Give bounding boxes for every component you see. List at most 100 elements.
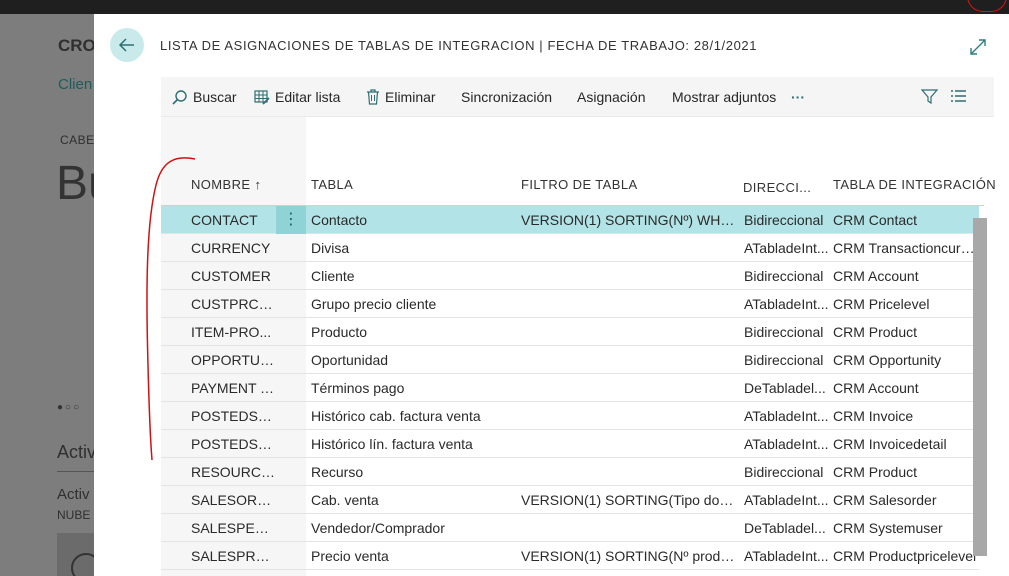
show-attachments-label: Mostrar adjuntos	[672, 89, 777, 105]
cell-name[interactable]: SALESPEOP...	[191, 514, 277, 541]
search-icon	[172, 89, 187, 105]
cell-table: Vendedor/Comprador	[311, 520, 445, 536]
cell-integration-table: CRM Account	[833, 380, 919, 396]
cell-table: Histórico cab. factura venta	[311, 408, 481, 424]
cell-direction: ATabladeInt...	[744, 436, 829, 452]
delete-label: Eliminar	[385, 89, 436, 105]
edit-list-button[interactable]: Editar lista	[254, 77, 340, 117]
delete-button[interactable]: Eliminar	[366, 77, 436, 117]
cell-name[interactable]: POSTEDSA...	[191, 430, 277, 457]
integration-mapping-dialog: LISTA DE ASIGNACIONES DE TABLAS DE INTEG…	[94, 14, 1009, 576]
cell-direction: Bidireccional	[744, 212, 824, 228]
table-row[interactable]: SALESPRC-... Precio venta VERSION(1) SORTI…	[161, 542, 979, 570]
cell-table: Cliente	[311, 268, 355, 284]
bg-activities-heading: Activ	[57, 442, 94, 462]
table-row[interactable]: RESOURCE-... Recurso Bidireccional CRM Prod…	[161, 458, 979, 486]
cell-integration-table: CRM Invoicedetail	[833, 436, 947, 452]
search-button[interactable]: Buscar	[171, 77, 237, 117]
cell-integration-table: CRM Invoice	[833, 408, 914, 424]
table-row[interactable]: PAYMENT T... Términos pago DeTabladel... CR…	[161, 374, 979, 402]
cell-integration-table: CRM Salesorder	[833, 492, 937, 508]
cell-filter	[521, 262, 735, 289]
column-header-filter[interactable]: FILTRO DE TABLA	[521, 177, 638, 192]
table-row[interactable]: POSTEDSA... Histórico cab. factura venta A…	[161, 402, 979, 430]
table-row[interactable]: OPPORTUN... Oportunidad Bidireccional CRM O…	[161, 346, 979, 374]
bg-cloud-label: NUBE	[57, 508, 91, 522]
cell-table: Recurso	[311, 464, 364, 480]
cell-direction: Bidireccional	[744, 268, 824, 284]
action-bar: Buscar Editar lista Eliminar Sincronizac…	[161, 77, 994, 117]
cell-filter	[521, 458, 735, 485]
cell-direction: ATabladeInt...	[744, 240, 829, 256]
cell-filter	[521, 290, 735, 317]
vertical-scrollbar[interactable]	[973, 218, 987, 556]
cell-name[interactable]: OPPORTUN...	[191, 346, 277, 373]
table-row[interactable]: CURRENCY Divisa ATabladeInt... CRM Transact…	[161, 234, 979, 262]
cell-name[interactable]: CURRENCY	[191, 234, 277, 261]
column-header-integration-table[interactable]: TABLA DE INTEGRACIÓN	[833, 177, 996, 192]
bg-pager-dots: ●○○	[57, 402, 82, 413]
bg-section-label: CABE	[60, 133, 94, 147]
cell-filter	[521, 430, 735, 457]
cell-name[interactable]: CUSTPRCG...	[191, 290, 277, 317]
table-row[interactable]: POSTEDSA... Histórico lín. factura venta A…	[161, 430, 979, 458]
background-page: CRO Clien CABE Bu ●○○ Activ Activ NUBE	[0, 14, 94, 576]
table-row[interactable]: ITEM-PRO... Producto Bidireccional CRM Prod…	[161, 318, 979, 346]
bg-client-link: Clien	[58, 76, 93, 93]
cell-direction: Bidireccional	[744, 324, 824, 340]
cell-name[interactable]: CUSTOMER	[191, 262, 277, 289]
cell-filter: VERSION(1) SORTING(Tipo docu...	[521, 492, 735, 508]
cell-name[interactable]: CONTACT	[191, 206, 277, 233]
cell-filter	[521, 402, 735, 429]
cell-filter	[521, 318, 735, 345]
cell-name[interactable]: SALESPRC-...	[191, 542, 277, 569]
expand-button[interactable]	[969, 38, 987, 56]
column-header-table[interactable]: TABLA	[311, 177, 353, 192]
cell-direction: DeTabladel...	[744, 520, 826, 536]
table-row[interactable]: SALESORD... Cab. venta VERSION(1) SORTING(…	[161, 486, 979, 514]
cell-table: Cab. venta	[311, 492, 379, 508]
assign-label: Asignación	[577, 89, 646, 105]
assign-menu[interactable]: Asignación	[577, 77, 646, 117]
expand-icon	[970, 39, 986, 55]
filter-button[interactable]	[920, 88, 939, 110]
cell-integration-table: CRM Contact	[833, 212, 918, 228]
cell-filter: VERSION(1) SORTING(Nº produc...	[521, 548, 735, 564]
cell-name[interactable]: PAYMENT T...	[191, 374, 277, 401]
cell-name[interactable]: SALESORD...	[191, 486, 277, 513]
cell-table: Producto	[311, 324, 368, 340]
cell-filter	[521, 514, 735, 541]
show-attachments-button[interactable]: Mostrar adjuntos	[672, 77, 776, 117]
table-row[interactable]: CUSTOMER Cliente Bidireccional CRM Account	[161, 262, 979, 290]
more-options-button[interactable]: ···	[791, 77, 805, 117]
cell-name[interactable]: RESOURCE-...	[191, 458, 277, 485]
sync-menu[interactable]: Sincronización	[461, 77, 552, 117]
bg-page-title: CRO	[58, 36, 94, 55]
cell-name[interactable]: ITEM-PRO...	[191, 318, 277, 345]
cell-integration-table: CRM Product	[833, 464, 918, 480]
cell-name[interactable]: POSTEDSA...	[191, 402, 277, 429]
back-button[interactable]	[110, 28, 144, 62]
table-row[interactable]: SALESPEOP... Vendedor/Comprador DeTabladel…	[161, 514, 979, 542]
cell-integration-table: CRM Systemuser	[833, 520, 943, 536]
dialog-title: LISTA DE ASIGNACIONES DE TABLAS DE INTEG…	[160, 38, 758, 53]
sync-label: Sincronización	[461, 89, 553, 105]
info-icon	[71, 553, 94, 576]
table-body: CONTACT Contacto VERSION(1) SORTING(Nº) WH…	[161, 206, 979, 570]
list-view-button[interactable]	[950, 88, 967, 110]
cell-integration-table: CRM Pricelevel	[833, 296, 930, 312]
row-actions-button[interactable]: ⋮	[276, 206, 306, 234]
cell-table: Oportunidad	[311, 352, 389, 368]
arrow-left-icon	[118, 38, 134, 52]
filter-icon	[920, 89, 939, 105]
table-row[interactable]: CUSTPRCG... Grupo precio cliente ATabladeI…	[161, 290, 979, 318]
column-header-name[interactable]: NOMBRE ↑	[191, 177, 261, 192]
cell-integration-table: CRM Opportunity	[833, 352, 942, 368]
column-header-direction[interactable]: DIRECCI...	[743, 180, 811, 195]
cell-filter	[521, 234, 735, 261]
edit-list-icon	[254, 90, 270, 105]
cell-integration-table: CRM Productpricelevel	[833, 548, 977, 564]
top-bar	[0, 0, 1009, 14]
table-row[interactable]: CONTACT Contacto VERSION(1) SORTING(Nº) WH…	[161, 206, 979, 234]
cell-direction: ATabladeInt...	[744, 296, 829, 312]
